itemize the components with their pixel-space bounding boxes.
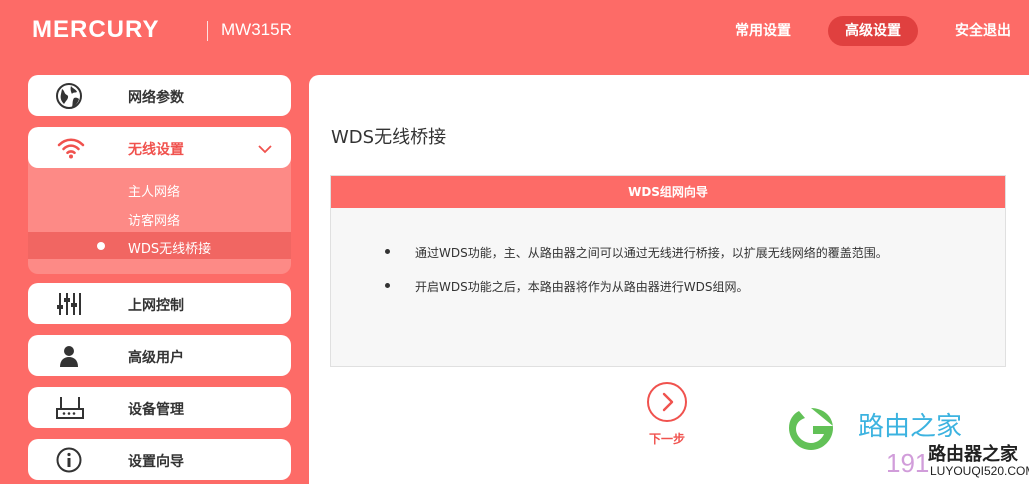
sidebar-item-label: 高级用户 — [128, 350, 184, 366]
sliders-icon — [56, 291, 82, 317]
page-title: WDS无线桥接 — [331, 127, 447, 148]
brand-logo: MERCURY — [32, 16, 160, 43]
sidebar-item-access-control[interactable]: 上网控制 — [28, 283, 291, 324]
wizard-info-list: 通过WDS功能，主、从路由器之间可以通过无线进行桥接，以扩展无线网络的覆盖范围。… — [385, 244, 888, 312]
sidebar-item-label: 上网控制 — [128, 298, 184, 314]
list-item: 通过WDS功能，主、从路由器之间可以通过无线进行桥接，以扩展无线网络的覆盖范围。 — [385, 244, 888, 278]
sidebar-subitem-label: WDS无线桥接 — [128, 242, 212, 257]
watermark-text: 路由之家 — [858, 412, 963, 442]
user-icon — [56, 343, 82, 369]
sidebar-subitem-wds[interactable]: WDS无线桥接 — [28, 232, 291, 259]
sidebar-item-wireless[interactable]: 无线设置 — [28, 127, 291, 168]
watermark-number: 191 — [886, 448, 930, 478]
nav-basic-settings[interactable]: 常用设置 — [722, 16, 804, 46]
active-indicator — [97, 242, 105, 250]
sidebar-item-label: 设置向导 — [128, 454, 184, 470]
sidebar-subitem-guest-network[interactable]: 访客网络 — [28, 204, 291, 231]
info-icon — [56, 447, 82, 473]
list-item: 开启WDS功能之后，本路由器将作为从路由器进行WDS组网。 — [385, 278, 888, 312]
nav-logout[interactable]: 安全退出 — [944, 16, 1022, 46]
wizard-header: WDS组网向导 — [331, 176, 1005, 208]
next-step-label[interactable]: 下一步 — [647, 430, 687, 447]
sidebar-item-advanced-user[interactable]: 高级用户 — [28, 335, 291, 376]
brand-divider — [207, 21, 208, 41]
chevron-down-icon[interactable] — [258, 140, 272, 154]
sidebar-item-label: 设备管理 — [128, 402, 184, 418]
globe-icon — [56, 83, 82, 109]
next-step-button[interactable] — [647, 382, 687, 422]
nav-advanced-settings[interactable]: 高级设置 — [828, 16, 918, 46]
sidebar-item-label: 无线设置 — [128, 142, 184, 158]
sidebar-subitem-host-network[interactable]: 主人网络 — [28, 175, 291, 202]
watermark-logo-icon — [783, 404, 839, 454]
sidebar-subitem-label: 访客网络 — [128, 214, 181, 229]
sidebar-item-label: 网络参数 — [128, 90, 184, 106]
chevron-right-icon — [662, 392, 674, 412]
wds-wizard-panel: WDS组网向导 通过WDS功能，主、从路由器之间可以通过无线进行桥接，以扩展无线… — [330, 175, 1006, 367]
sidebar-item-setup-wizard[interactable]: 设置向导 — [28, 439, 291, 480]
wifi-icon — [56, 135, 85, 161]
model-name: MW315R — [221, 20, 292, 39]
sidebar-item-network[interactable]: 网络参数 — [28, 75, 291, 116]
sidebar-subitem-label: 主人网络 — [128, 185, 181, 200]
sidebar-group-wireless: 无线设置 主人网络 访客网络 WDS无线桥接 — [28, 127, 291, 274]
watermark-text-secondary: 路由器之家 — [928, 444, 1018, 465]
sidebar-item-device-management[interactable]: 设备管理 — [28, 387, 291, 428]
top-header: MERCURY MW315R 常用设置 高级设置 安全退出 — [0, 0, 1029, 62]
router-icon — [56, 395, 84, 421]
watermark-url: LUYOUQI520.COM — [930, 464, 1029, 478]
